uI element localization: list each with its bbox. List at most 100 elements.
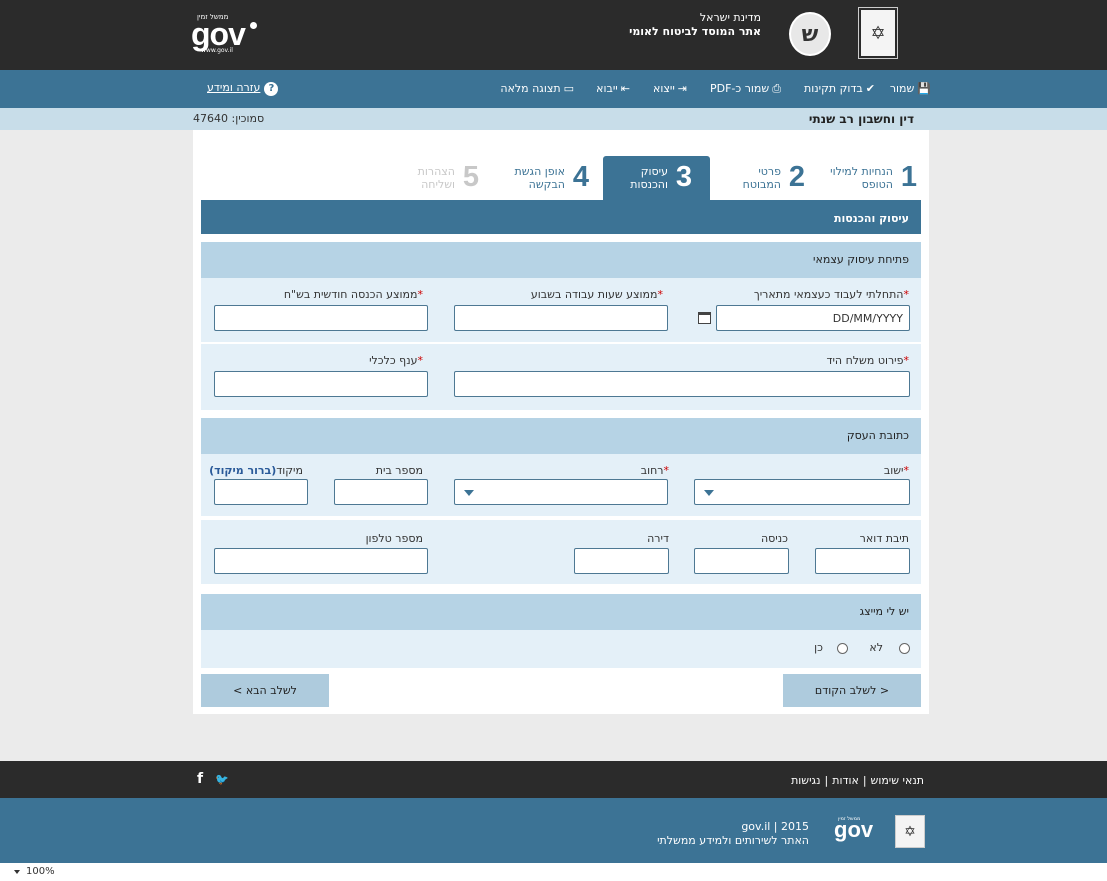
status-bar: 100% <box>0 863 1107 881</box>
save-icon: 💾 <box>917 82 931 95</box>
occupation-label: *פירוט משלח היד <box>826 354 909 367</box>
street-label: *רחוב <box>640 464 669 477</box>
step-label: אופן הגשת הבקשה <box>514 165 565 191</box>
form-title: דין וחשבון רב שנתי <box>808 112 914 126</box>
gov-logo-dot-icon <box>250 22 257 29</box>
main-form: 1 הנחיות למילוי הטופס 2 פרטי המבוטח 3 עיסו… <box>193 130 929 714</box>
representative-yes-radio[interactable] <box>837 643 848 654</box>
section-header: עיסוק והכנסות <box>201 200 921 234</box>
export-button[interactable]: ⇥ייצוא <box>653 82 687 95</box>
nii-logo-icon[interactable]: ש <box>789 12 831 56</box>
city-label: *ישוב <box>883 464 909 477</box>
zip-lookup-link[interactable]: (ברור מיקוד) <box>209 464 276 477</box>
avg-hours-input[interactable] <box>454 305 668 331</box>
avg-hours-label: *ממוצע שעות עבודה בשבוע <box>530 288 663 301</box>
step-1-tab[interactable]: 1 הנחיות למילוי הטופס <box>811 156 921 200</box>
step-number: 5 <box>462 161 479 193</box>
representative-no-label: לא <box>869 641 883 654</box>
form-reference: סמוכין: 47640 <box>193 112 265 125</box>
chevron-down-icon <box>464 490 474 496</box>
apartment-input[interactable] <box>574 548 669 574</box>
toolbar: 💾שמור ✔בדוק תקינות ⎙שמור כ-PDF ⇥ייצוא ⇤י… <box>0 70 1107 108</box>
accessibility-link[interactable]: נגישות <box>791 774 820 787</box>
start-date-label: *התחלתי לעבוד כעצמאי מתאריך <box>753 288 909 301</box>
address-row-1: *ישוב *רחוב מספר בית מיקוד(ברור מיקוד) <box>201 454 921 516</box>
economic-branch-input[interactable] <box>214 371 428 397</box>
phone-label: מספר טלפון <box>365 532 423 545</box>
next-step-button[interactable]: לשלב הבא > <box>201 674 329 707</box>
gov-logo-text: gov <box>191 16 246 52</box>
pobox-input[interactable] <box>815 548 910 574</box>
entrance-input[interactable] <box>694 548 789 574</box>
terms-link[interactable]: תנאי שימוש <box>871 774 924 787</box>
pdf-icon: ⎙ <box>772 82 781 95</box>
import-button[interactable]: ⇤ייבוא <box>596 82 630 95</box>
export-label: ייצוא <box>652 82 675 95</box>
about-link[interactable]: אודות <box>832 774 859 787</box>
save-pdf-button[interactable]: ⎙שמור כ-PDF <box>710 82 781 96</box>
full-view-button[interactable]: ▭תצוגה מלאה <box>500 82 574 95</box>
pobox-label: תיבת דואר <box>859 532 909 545</box>
calendar-icon[interactable] <box>698 312 711 324</box>
avg-income-input[interactable] <box>214 305 428 331</box>
city-select[interactable] <box>694 479 910 505</box>
avg-income-label: *ממוצע הכנסה חודשית בש"ח <box>283 288 423 301</box>
step-label: עיסוק והכנסות <box>630 165 668 191</box>
self-employed-header: פתיחת עיסוק עצמאי <box>201 242 921 278</box>
self-employed-row-1: *התחלתי לעבוד כעצמאי מתאריך DD/MM/YYYY *… <box>201 278 921 342</box>
phone-input[interactable] <box>214 548 428 574</box>
state-emblem-icon: ✡ <box>858 7 898 59</box>
house-number-label: מספר בית <box>375 464 423 477</box>
house-number-input[interactable] <box>334 479 428 505</box>
check-label: בדוק תקינות <box>803 82 863 95</box>
representative-row: לא כן <box>201 630 921 668</box>
footer-gov-logo[interactable]: ממשל זמין gov <box>834 816 878 846</box>
save-pdf-label: שמור כ-PDF <box>709 82 770 95</box>
representative-header: יש לי מייצג <box>201 594 921 630</box>
save-button[interactable]: 💾שמור <box>890 82 931 95</box>
form-title-bar: דין וחשבון רב שנתי סמוכין: 47640 <box>0 108 1107 130</box>
step-number: 1 <box>900 161 917 193</box>
gov-logo[interactable]: ממשל זמין gov www.gov.il <box>191 12 263 56</box>
help-link[interactable]: ?עזרה ומידע <box>207 81 279 96</box>
step-number: 4 <box>572 161 589 193</box>
representative-yes-label: כן <box>814 641 823 654</box>
zip-input[interactable] <box>214 479 308 505</box>
full-view-icon: ▭ <box>563 82 574 95</box>
step-5-tab[interactable]: 5 הצהרות ושליחה <box>383 156 483 200</box>
start-date-input[interactable]: DD/MM/YYYY <box>716 305 910 331</box>
check-icon: ✔ <box>865 82 875 95</box>
help-icon: ? <box>264 82 279 96</box>
entrance-label: כניסה <box>760 532 788 545</box>
zoom-level[interactable]: 100% <box>26 866 55 877</box>
social-links: f 🐦 <box>197 771 241 787</box>
apartment-label: דירה <box>647 532 669 545</box>
footer-copyright: gov.il | 2015 האתר לשירותים ולמידע ממשלת… <box>657 820 809 847</box>
zoom-dropdown-icon[interactable] <box>14 870 20 874</box>
step-2-tab[interactable]: 2 פרטי המבוטח <box>709 156 809 200</box>
step-3-tab-active[interactable]: 3 עיסוק והכנסות <box>603 156 710 200</box>
step-4-tab[interactable]: 4 אופן הגשת הבקשה <box>493 156 593 200</box>
representative-no-radio[interactable] <box>899 643 910 654</box>
step-number: 2 <box>788 161 805 193</box>
footer-emblem-icon: ✡ <box>895 815 925 848</box>
step-label: הצהרות ושליחה <box>417 165 455 191</box>
state-name: מדינת ישראל <box>699 11 761 24</box>
export-icon: ⇥ <box>677 82 687 95</box>
footer-links-bar: תנאי שימוש|אודות|נגישות f 🐦 <box>0 761 1107 798</box>
import-label: ייבוא <box>596 82 618 95</box>
previous-step-button[interactable]: < לשלב הקודם <box>783 674 921 707</box>
step-label: הנחיות למילוי הטופס <box>830 165 893 191</box>
street-select[interactable] <box>454 479 668 505</box>
help-label: עזרה ומידע <box>207 81 261 94</box>
full-view-label: תצוגה מלאה <box>500 82 561 95</box>
site-title[interactable]: מדינת ישראל אתר המוסד לביטוח לאומי <box>629 11 761 38</box>
footer-links: תנאי שימוש|אודות|נגישות <box>791 774 924 787</box>
facebook-icon[interactable]: f <box>197 771 203 787</box>
twitter-icon[interactable]: 🐦 <box>215 773 229 786</box>
check-validity-button[interactable]: ✔בדוק תקינות <box>804 82 875 95</box>
occupation-input[interactable] <box>454 371 910 397</box>
business-address-header: כתובת העסק <box>201 418 921 454</box>
save-label: שמור <box>889 82 915 95</box>
chevron-down-icon <box>704 490 714 496</box>
